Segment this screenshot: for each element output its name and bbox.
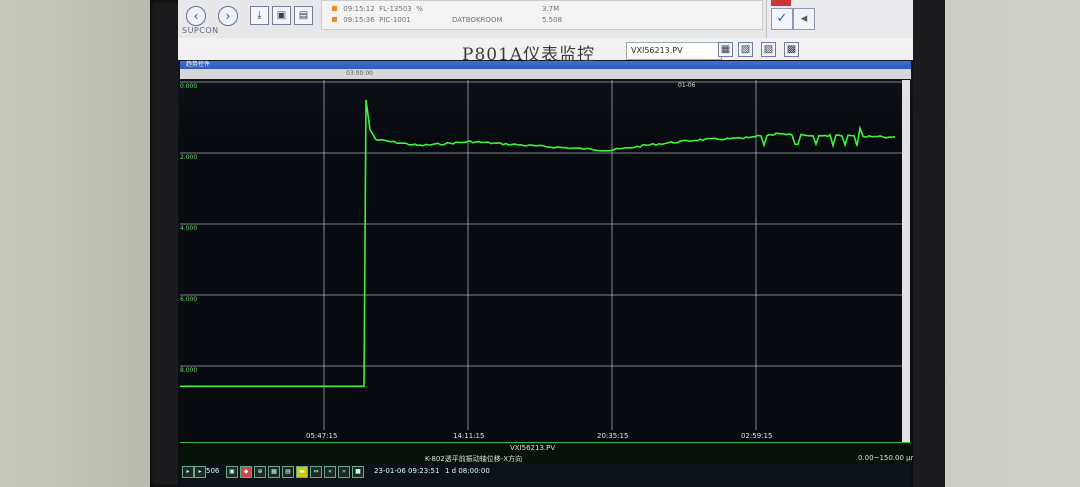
scale-icon[interactable]: ⇔: [310, 466, 322, 478]
alarm-row[interactable]: 09:15:12 FL-13503 % 3.7M: [332, 5, 559, 13]
monitor-screen: ‹ › ⤓ ▣ ▤ SUPCON 09:15:12 FL-13503 % 3.7…: [178, 0, 913, 487]
top-marker: 01-06: [678, 82, 696, 89]
forward-icon[interactable]: ›: [218, 6, 238, 26]
series-desc: K-802透平前振动轴位移-X方向: [425, 455, 523, 463]
settings-icon[interactable]: ▩: [784, 42, 799, 57]
series-line: [180, 99, 896, 388]
confirm-icon[interactable]: ✓: [771, 8, 793, 30]
alarm-value: 5.508: [542, 16, 563, 24]
alarm-list: 09:15:12 FL-13503 % 3.7M 09:15:36 PIC-10…: [321, 0, 763, 30]
trend-nav-bar: ▸ ▸ 506 ▣ ◆ ⊕ ▦ ▤ ▬ ⇔ « » ■ 23-01-06 09:…: [180, 464, 911, 487]
y-tick-label: 0.000: [180, 83, 198, 90]
book-icon[interactable]: ▤: [294, 6, 313, 25]
cursor-icon[interactable]: ⊕: [254, 466, 266, 478]
page-icon[interactable]: ▦: [268, 466, 280, 478]
export-icon[interactable]: ⤓: [250, 6, 269, 25]
wall-left: [0, 0, 150, 487]
x-tick-label: 02:59:15: [741, 432, 773, 440]
y-tick-label: 2.000: [180, 154, 198, 161]
window-icon[interactable]: ▣: [272, 6, 291, 25]
count-label: 506: [206, 467, 220, 475]
sub-label: 03:00:00: [346, 70, 373, 77]
time-range: 1 d 08:00:00: [445, 467, 490, 475]
series-tag: VXI56213.PV: [510, 444, 556, 452]
save-icon[interactable]: ▦: [718, 42, 733, 57]
alarm-unit: %: [416, 5, 423, 13]
y-tick-label: 8.000: [180, 367, 198, 374]
highlight-icon[interactable]: ▬: [296, 466, 308, 478]
trend-chart: [180, 80, 902, 430]
alarm-indicator: [771, 0, 791, 6]
range-readout: 0.00~150.00 μm: [858, 454, 913, 462]
back-icon[interactable]: ‹: [186, 6, 206, 26]
brand-label: SUPCON: [182, 26, 219, 35]
zoom-icon[interactable]: ▣: [226, 466, 238, 478]
rewind-icon[interactable]: «: [324, 466, 336, 478]
date-time: 23-01-06 09:23:51: [374, 467, 440, 475]
series-status-bar: VXI56213.PV K-802透平前振动轴位移-X方向 0.00~150.0…: [180, 442, 913, 466]
alarm-tag: FL-13503: [379, 5, 412, 13]
alarm-time: 09:15:36: [343, 16, 375, 24]
x-tick-label: 05:47:15: [306, 432, 338, 440]
vertical-scrollbar[interactable]: [902, 80, 910, 442]
trend-plot[interactable]: [180, 80, 902, 442]
y-tick-label: 4.000: [180, 225, 198, 232]
tag-name-field[interactable]: VXI56213.PV: [626, 42, 722, 60]
monitor-bezel-right: [913, 0, 945, 487]
play-icon[interactable]: ▸: [182, 466, 194, 478]
alarm-flag-icon: [332, 6, 337, 11]
mute-icon[interactable]: ◂: [793, 8, 815, 30]
print-icon[interactable]: ▨: [761, 42, 776, 57]
stop-icon[interactable]: ■: [352, 466, 364, 478]
alarm-flag-icon: [332, 17, 337, 22]
alarm-text: DATBOKROOM: [452, 16, 503, 24]
alarm-row[interactable]: 09:15:36 PIC-1001 DATBOKROOM 5.508: [332, 16, 562, 24]
forward-icon[interactable]: ▸: [194, 466, 206, 478]
alarm-value: 3.7M: [542, 5, 560, 13]
window-title: 趋势控件: [186, 61, 211, 68]
x-tick-label: 20:35:15: [597, 432, 629, 440]
y-tick-label: 6.000: [180, 296, 198, 303]
window-subbar: 03:00:00: [180, 69, 911, 79]
alarm-tag: PIC-1001: [379, 16, 411, 24]
alarm-time: 09:15:12: [343, 5, 375, 13]
marker-icon[interactable]: ◆: [240, 466, 252, 478]
x-tick-label: 14:11:15: [453, 432, 485, 440]
chart-icon[interactable]: ▤: [282, 466, 294, 478]
copy-icon[interactable]: ▧: [738, 42, 753, 57]
fast-forward-icon[interactable]: »: [338, 466, 350, 478]
window-titlebar: 趋势控件: [180, 61, 911, 69]
